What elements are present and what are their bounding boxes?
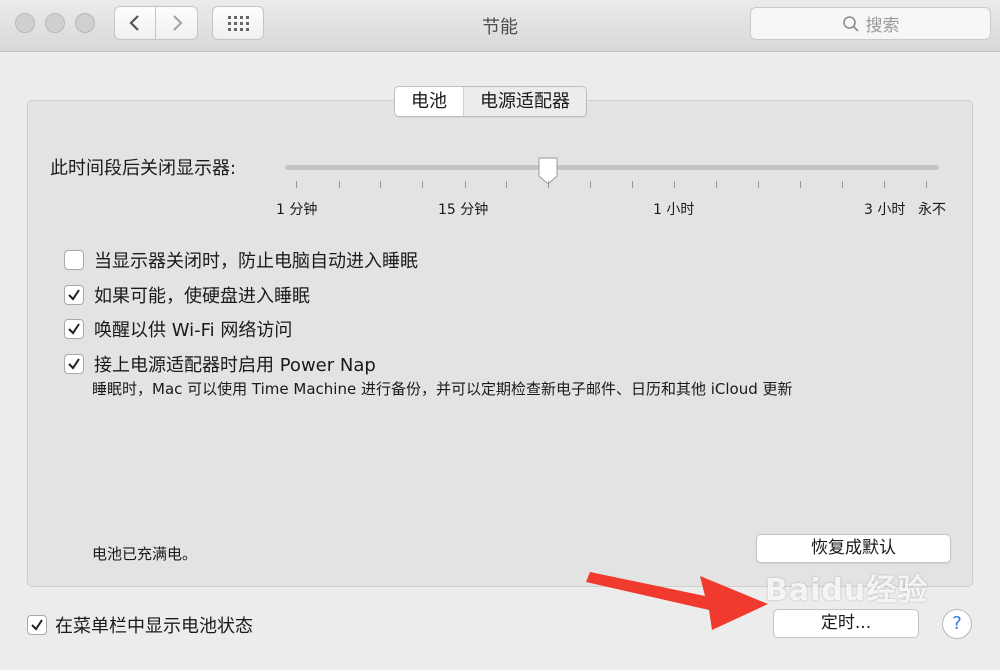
energy-saver-window: 节能 搜索 电池 电源适配器 此时间段后关闭显示器: 1 分钟 15 分钟 1 … (0, 0, 1000, 670)
red-arrow-annotation (586, 572, 768, 630)
